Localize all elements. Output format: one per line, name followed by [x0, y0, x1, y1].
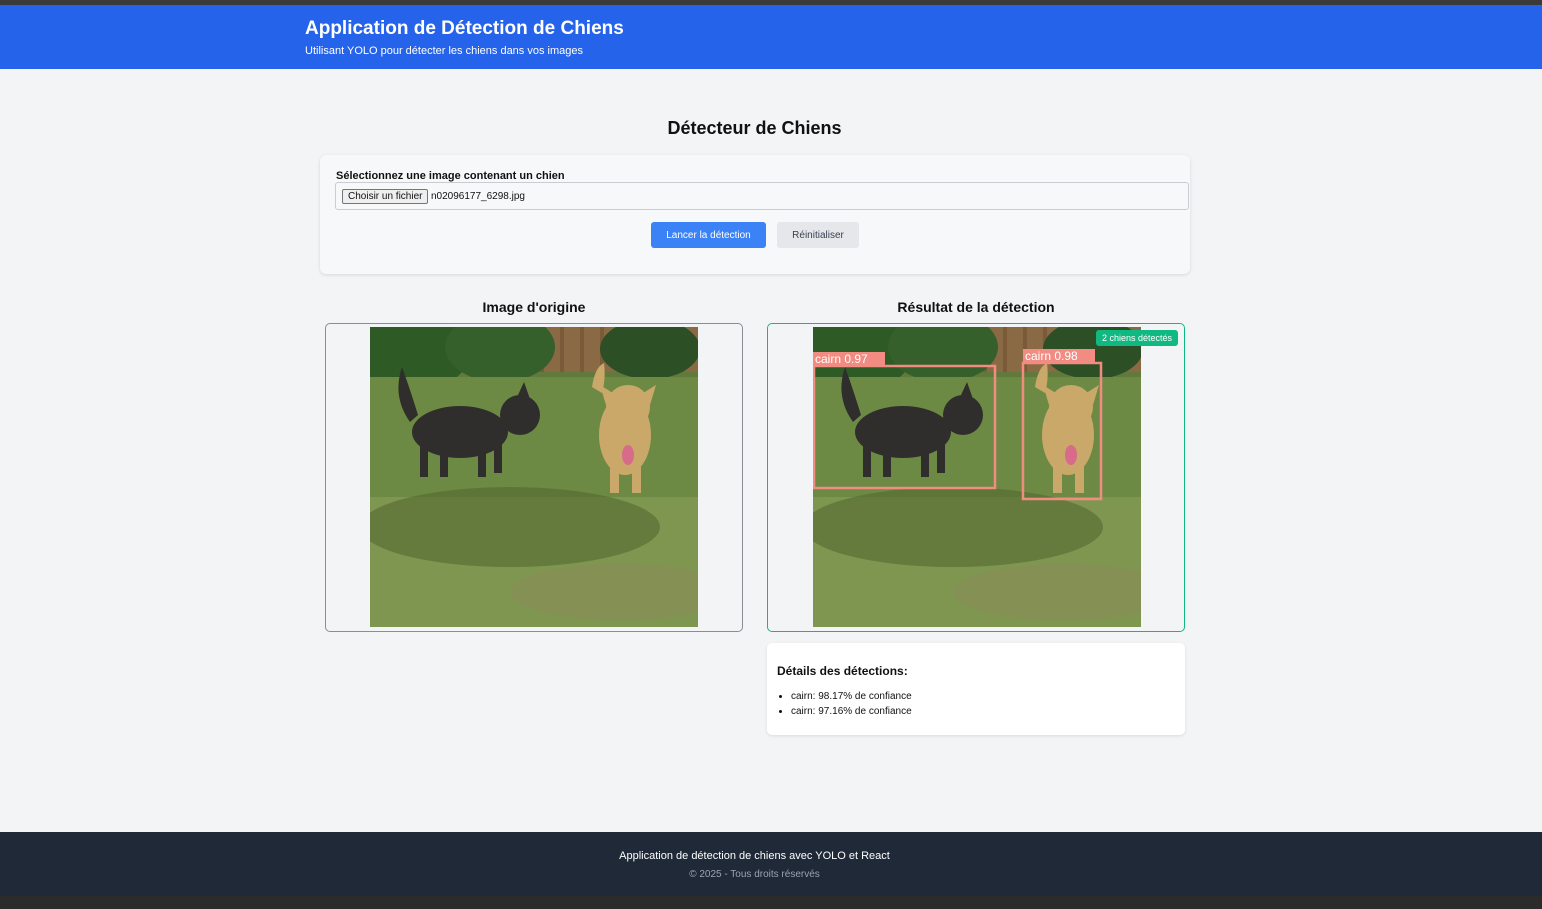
- app-footer: Application de détection de chiens avec …: [0, 832, 1542, 896]
- file-input[interactable]: Choisir un fichier n02096177_6298.jpg: [335, 182, 1189, 210]
- window-bottom-strip: [0, 896, 1542, 909]
- details-title: Détails des détections:: [777, 664, 908, 678]
- page-title: Détecteur de Chiens: [667, 118, 842, 138]
- list-item: cairn: 97.16% de confiance: [791, 704, 912, 719]
- result-heading: Résultat de la détection: [897, 299, 1055, 315]
- detection-count-badge: 2 chiens détectés: [1096, 330, 1179, 346]
- detection-details-card: Détails des détections: cairn: 98.17% de…: [767, 643, 1185, 735]
- detect-button[interactable]: Lancer la détection: [651, 222, 766, 248]
- choose-file-button[interactable]: Choisir un fichier: [342, 189, 429, 204]
- reset-button[interactable]: Réinitialiser: [777, 222, 859, 248]
- app-title: Application de Détection de Chiens: [305, 18, 624, 39]
- list-item: cairn: 98.17% de confiance: [791, 689, 912, 704]
- detection-list: cairn: 98.17% de confiance cairn: 97.16%…: [791, 689, 912, 719]
- footer-text: Application de détection de chiens avec …: [619, 850, 890, 862]
- result-image-panel: cairn 0.97 cairn 0.98 2 chiens détectés: [767, 323, 1185, 632]
- upload-card: Sélectionnez une image contenant un chie…: [320, 155, 1190, 274]
- selected-file-name: n02096177_6298.jpg: [431, 191, 525, 202]
- original-dog-photo: [370, 327, 698, 627]
- app-subtitle: Utilisant YOLO pour détecter les chiens …: [305, 45, 583, 57]
- result-dog-photo: cairn 0.97 cairn 0.98: [813, 327, 1141, 627]
- footer-copyright: © 2025 - Tous droits réservés: [689, 869, 820, 880]
- upload-label: Sélectionnez une image contenant un chie…: [336, 170, 565, 182]
- app-header: Application de Détection de Chiens Utili…: [0, 5, 1542, 69]
- detection-box-2-label: cairn 0.98: [1025, 349, 1078, 363]
- original-image-panel: [325, 323, 743, 632]
- original-image-heading: Image d'origine: [482, 299, 586, 315]
- detection-box-1-label: cairn 0.97: [815, 352, 868, 366]
